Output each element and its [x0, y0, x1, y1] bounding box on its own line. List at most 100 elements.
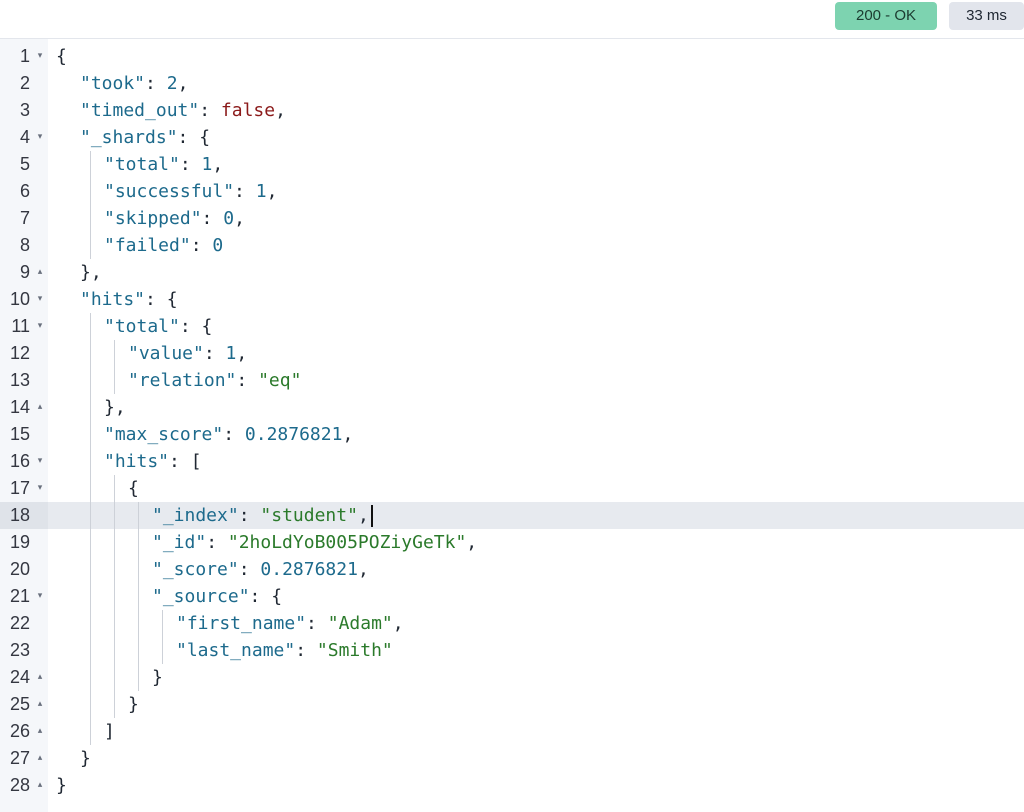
code-line-content: {: [48, 475, 1024, 502]
code-line-content: "hits": {: [48, 286, 1024, 313]
code-line[interactable]: 14 ▴},: [0, 394, 1024, 421]
code-text: },: [80, 259, 102, 286]
token-bool: false: [220, 100, 276, 121]
token-punc: : [: [169, 451, 202, 472]
indent-guide: [114, 367, 115, 394]
code-line[interactable]: 7 "skipped": 0,: [0, 205, 1024, 232]
fold-toggle-icon[interactable]: ▾: [35, 313, 45, 340]
indent-guide: [114, 502, 115, 529]
code-line[interactable]: 22 "first_name": "Adam",: [0, 610, 1024, 637]
code-line[interactable]: 25 ▴}: [0, 691, 1024, 718]
indent-guide: [138, 556, 139, 583]
code-line[interactable]: 1 ▾ {: [0, 43, 1024, 70]
line-number-cell: 26 ▴: [0, 718, 48, 745]
line-number-cell: 3: [0, 97, 48, 124]
unfold-toggle-icon[interactable]: ▴: [35, 691, 45, 718]
code-line-content: "total": 1,: [48, 151, 1024, 178]
fold-toggle-icon[interactable]: ▾: [35, 448, 45, 475]
unfold-toggle-icon[interactable]: ▴: [35, 772, 45, 799]
code-line[interactable]: 4 ▾ "_shards": {: [0, 124, 1024, 151]
code-line-content: ]: [48, 718, 1024, 745]
unfold-toggle-icon[interactable]: ▴: [35, 394, 45, 421]
text-cursor: [370, 505, 373, 527]
unfold-toggle-icon[interactable]: ▴: [35, 259, 45, 286]
code-line[interactable]: 17 ▾ {: [0, 475, 1024, 502]
code-line[interactable]: 19 "_id": "2hoLdYoB005POZiyGeTk",: [0, 529, 1024, 556]
indent-guide: [138, 583, 139, 610]
code-line[interactable]: 3 "timed_out": false,: [0, 97, 1024, 124]
token-punc: ,: [266, 181, 278, 202]
line-number: 11: [11, 316, 30, 336]
token-punc: ,: [275, 100, 286, 121]
code-line-content: },: [48, 394, 1024, 421]
line-number: 16: [9, 451, 30, 471]
token-num: 0.2876821: [260, 559, 358, 580]
token-num: 1: [225, 343, 237, 364]
token-punc: },: [80, 262, 102, 283]
token-punc: :: [203, 343, 226, 364]
line-number-cell: 20: [0, 556, 48, 583]
token-key: "skipped": [104, 208, 202, 229]
indent-guide: [90, 637, 91, 664]
token-str: "Smith": [316, 640, 393, 661]
code-line[interactable]: 16 ▾ "hits": [: [0, 448, 1024, 475]
unfold-toggle-icon[interactable]: ▴: [35, 664, 45, 691]
response-time-badge: 33 ms: [949, 2, 1024, 30]
line-number-cell: 17 ▾: [0, 475, 48, 502]
token-punc: : {: [177, 127, 211, 148]
token-punc: :: [206, 532, 228, 553]
unfold-toggle-icon[interactable]: ▴: [35, 718, 45, 745]
fold-toggle-icon[interactable]: ▾: [35, 43, 45, 70]
fold-toggle-icon[interactable]: ▾: [35, 583, 45, 610]
fold-toggle-icon[interactable]: ▾: [35, 124, 45, 151]
code-line[interactable]: 18 "_index": "student",: [0, 502, 1024, 529]
code-line[interactable]: 12 "value": 1,: [0, 340, 1024, 367]
line-number: 8: [19, 235, 30, 255]
line-number: 3: [19, 100, 30, 120]
line-number: 5: [19, 154, 30, 174]
code-line[interactable]: 10 ▾ "hits": {: [0, 286, 1024, 313]
indent-guide: [90, 421, 91, 448]
code-line[interactable]: 8 "failed": 0: [0, 232, 1024, 259]
code-line[interactable]: 11 ▾ "total": {: [0, 313, 1024, 340]
line-number-cell: 14 ▴: [0, 394, 48, 421]
code-line[interactable]: 24 ▴}: [0, 664, 1024, 691]
line-number: 19: [9, 532, 30, 552]
code-line[interactable]: 28 ▴}: [0, 772, 1024, 799]
token-punc: :: [238, 559, 261, 580]
token-key: "hits": [104, 451, 170, 472]
line-number-cell: 9 ▴: [0, 259, 48, 286]
response-status-bar: 200 - OK 33 ms: [0, 0, 1024, 39]
line-number: 24: [9, 667, 30, 687]
code-line-content: "_score": 0.2876821,: [48, 556, 1024, 583]
line-number-cell: 5: [0, 151, 48, 178]
code-line[interactable]: 27 ▴}: [0, 745, 1024, 772]
line-number: 28: [9, 775, 30, 795]
token-punc: {: [128, 478, 139, 499]
response-editor[interactable]: 1 ▾{2 "took": 2, 3 "timed_out": false, 4 ▾ "_sh…: [0, 39, 1024, 812]
token-punc: },: [104, 397, 126, 418]
code-line[interactable]: 6 "successful": 1,: [0, 178, 1024, 205]
token-key: "relation": [128, 370, 237, 391]
code-line[interactable]: 26 ▴]: [0, 718, 1024, 745]
code-line[interactable]: 9 ▴},: [0, 259, 1024, 286]
code-line[interactable]: 5 "total": 1,: [0, 151, 1024, 178]
line-number: 25: [9, 694, 30, 714]
fold-toggle-icon[interactable]: ▾: [35, 475, 45, 502]
fold-toggle-icon[interactable]: ▾: [35, 286, 45, 313]
code-line-content: "value": 1,: [48, 340, 1024, 367]
code-line-content: "_source": {: [48, 583, 1024, 610]
code-text: {: [128, 475, 139, 502]
token-punc: :: [179, 154, 202, 175]
code-line[interactable]: 23 "last_name": "Smith": [0, 637, 1024, 664]
code-line[interactable]: 21 ▾ "_source": {: [0, 583, 1024, 610]
token-num: 1: [255, 181, 267, 202]
code-line-content: "last_name": "Smith": [48, 637, 1024, 664]
code-line[interactable]: 2 "took": 2,: [0, 70, 1024, 97]
line-number-cell: 6: [0, 178, 48, 205]
unfold-toggle-icon[interactable]: ▴: [35, 745, 45, 772]
code-line[interactable]: 13 "relation": "eq": [0, 367, 1024, 394]
code-line-content: "successful": 1,: [48, 178, 1024, 205]
code-line[interactable]: 15 "max_score": 0.2876821,: [0, 421, 1024, 448]
code-line[interactable]: 20 "_score": 0.2876821,: [0, 556, 1024, 583]
